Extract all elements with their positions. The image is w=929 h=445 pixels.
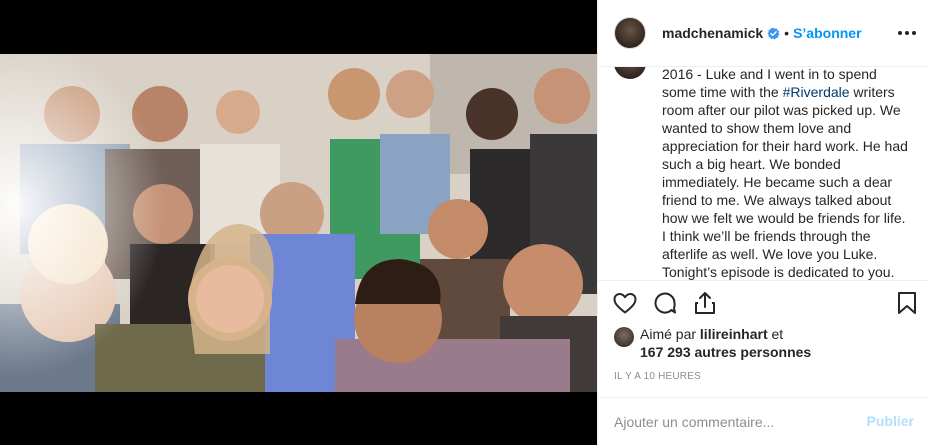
comment-icon[interactable]	[652, 290, 678, 316]
liker-avatar[interactable]	[614, 327, 634, 347]
comment-input[interactable]	[614, 412, 844, 432]
action-bar	[598, 290, 929, 322]
likes-text: Aimé par lilireinhart et 167 293 autres p…	[640, 325, 920, 361]
bookmark-icon[interactable]	[894, 290, 920, 316]
media-pane	[0, 0, 597, 445]
post-header: madchenamick • S’abonner	[598, 0, 929, 67]
post-sidebar: madchenamick • S’abonner 2016 - Luke and…	[597, 0, 929, 445]
caption-avatar[interactable]	[614, 67, 646, 79]
likes-count-link[interactable]: 167 293 autres personnes	[640, 344, 811, 360]
post-timestamp[interactable]: IL Y A 10 HEURES	[614, 371, 701, 382]
avatar[interactable]	[614, 17, 646, 49]
liked-by-prefix: Aimé par	[640, 326, 700, 342]
more-dot	[905, 31, 909, 35]
post-photo[interactable]	[0, 54, 597, 392]
caption-text-continued: writers room after our pilot was picked …	[662, 84, 912, 280]
caption-area[interactable]: 2016 - Luke and I went in to spend some …	[598, 67, 929, 281]
more-dot	[898, 31, 902, 35]
liker-username-link[interactable]: lilireinhart	[700, 326, 768, 342]
post-caption: 2016 - Luke and I went in to spend some …	[662, 67, 912, 280]
post-comment-button[interactable]: Publier	[867, 413, 914, 429]
follow-button[interactable]: S’abonner	[793, 25, 861, 41]
username-link[interactable]: madchenamick	[662, 25, 763, 41]
liked-by-and: et	[767, 326, 784, 342]
heart-icon[interactable]	[612, 290, 638, 316]
more-options-icon[interactable]	[898, 24, 916, 42]
group-selfie-image	[0, 54, 597, 392]
comment-bar: Publier	[598, 397, 929, 445]
share-icon[interactable]	[692, 290, 718, 316]
more-dot	[912, 31, 916, 35]
separator-dot: •	[784, 25, 790, 41]
hashtag-link[interactable]: #Riverdale	[783, 84, 850, 100]
verified-badge-icon	[767, 27, 780, 39]
